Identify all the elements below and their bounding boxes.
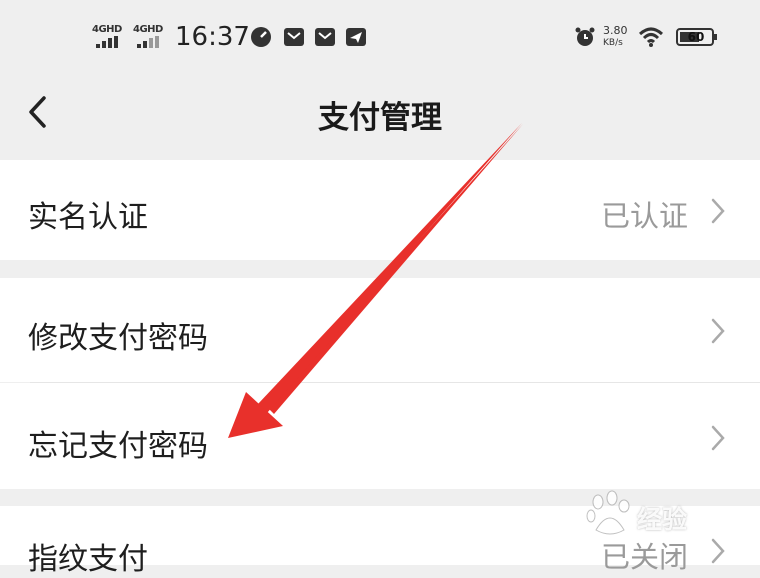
navigation-bar: 支付管理 xyxy=(0,72,760,156)
page-title: 支付管理 xyxy=(318,100,442,136)
battery-level: 60 xyxy=(687,30,705,44)
mail-icon xyxy=(284,28,304,46)
cellular-signal-icon-2: 4GHD xyxy=(133,24,169,50)
speedometer-icon xyxy=(251,27,271,47)
row-value: 已认证 xyxy=(600,199,688,233)
watermark-text: 经验 xyxy=(637,505,688,534)
network-speed-unit: KB/s xyxy=(603,38,623,48)
list-item-forgot-password[interactable]: 忘记支付密码 xyxy=(0,383,760,489)
row-label: 忘记支付密码 xyxy=(28,429,208,464)
list-item-real-name[interactable]: 实名认证 已认证 xyxy=(0,160,760,260)
signal-label: 4GHD xyxy=(92,24,122,35)
battery-icon: 60 xyxy=(676,28,717,46)
row-label: 实名认证 xyxy=(28,200,148,235)
mail-icon-2 xyxy=(315,28,335,46)
send-icon xyxy=(346,28,366,46)
row-label: 指纹支付 xyxy=(28,542,148,577)
signal-label-2: 4GHD xyxy=(133,24,163,35)
chevron-right-icon xyxy=(711,198,725,224)
chevron-right-icon xyxy=(711,318,725,344)
baidu-watermark: 经验 xyxy=(582,484,760,544)
wifi-icon xyxy=(638,27,664,47)
paw-logo-icon xyxy=(586,490,630,535)
list-item-change-password[interactable]: 修改支付密码 xyxy=(0,278,760,382)
network-speed-value: 3.80 xyxy=(603,24,628,37)
alarm-icon xyxy=(575,27,595,46)
network-speed: 3.80 KB/s xyxy=(603,25,628,49)
row-label: 修改支付密码 xyxy=(28,321,208,356)
cellular-signal-icon: 4GHD xyxy=(92,24,128,50)
clock: 16:37 xyxy=(175,22,250,52)
status-bar: 4GHD 4GHD 16:37 3.80 KB/s 60 xyxy=(0,0,760,72)
chevron-right-icon xyxy=(711,425,725,451)
